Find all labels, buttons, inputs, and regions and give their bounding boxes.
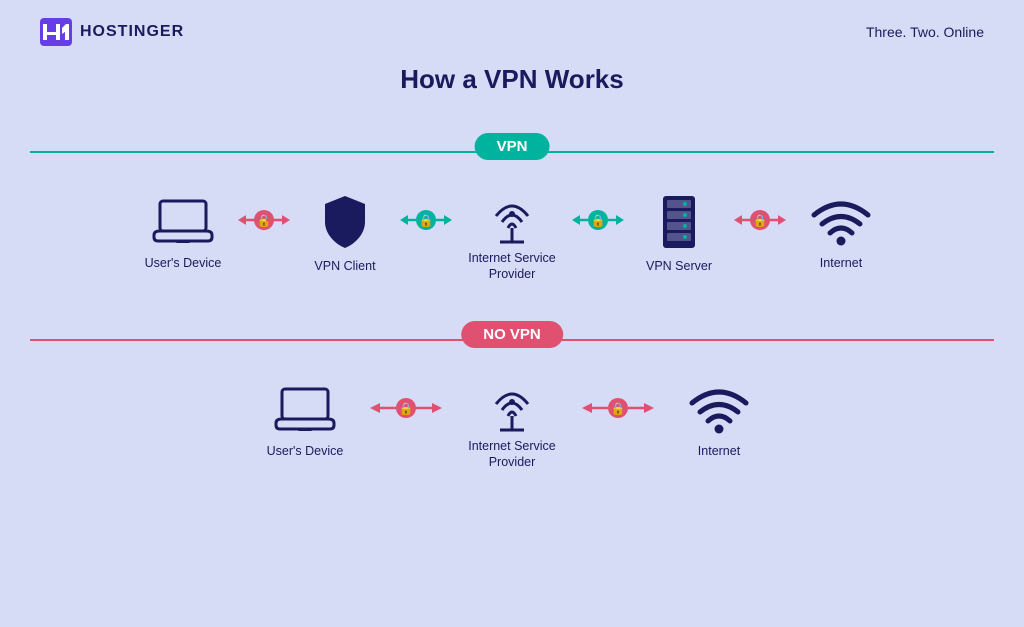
wifi-icon-vpn xyxy=(810,197,872,247)
vpn-badge: VPN xyxy=(475,133,550,160)
svg-text:🔒: 🔒 xyxy=(591,214,606,228)
vpn-server-label: VPN Server xyxy=(646,258,712,274)
vpn-device-shield: VPN Client xyxy=(300,194,390,274)
novpn-isp-label: Internet ServiceProvider xyxy=(468,438,556,471)
svg-text:🔒: 🔒 xyxy=(399,401,414,415)
logo: HOSTINGER xyxy=(40,18,184,46)
vpn-device-laptop: User's Device xyxy=(138,197,228,271)
logo-text: HOSTINGER xyxy=(80,23,184,41)
vpn-client-label: VPN Client xyxy=(314,258,375,274)
novpn-badge: NO VPN xyxy=(461,321,563,348)
connector-2: 🔒 xyxy=(396,209,456,231)
server-icon xyxy=(657,194,701,250)
wifi-icon-novpn xyxy=(688,385,750,435)
novpn-connector-1: 🔒 xyxy=(366,397,446,419)
laptop-icon-novpn xyxy=(274,385,336,435)
antenna-icon-novpn xyxy=(486,374,538,430)
connector-4: 🔒 xyxy=(730,209,790,231)
novpn-device-laptop: User's Device xyxy=(250,385,360,459)
tagline: Three. Two. Online xyxy=(866,24,984,40)
svg-text:🔒: 🔒 xyxy=(611,401,626,415)
header: HOSTINGER Three. Two. Online xyxy=(0,0,1024,56)
svg-text:🔒: 🔒 xyxy=(419,214,434,228)
novpn-internet-label: Internet xyxy=(698,443,740,459)
vpn-content: User's Device 🔒 xyxy=(50,186,974,283)
svg-text:🔒: 🔒 xyxy=(753,214,768,228)
novpn-device-isp: Internet ServiceProvider xyxy=(452,374,572,471)
laptop-icon xyxy=(152,197,214,247)
vpn-internet-label: Internet xyxy=(820,255,862,271)
hostinger-logo-icon xyxy=(40,18,72,46)
vpn-device-server: VPN Server xyxy=(634,194,724,274)
connector-3: 🔒 xyxy=(568,209,628,231)
antenna-icon xyxy=(486,186,538,242)
novpn-connector-2: 🔒 xyxy=(578,397,658,419)
sections: VPN User's Device xyxy=(0,113,1024,480)
page-title: How a VPN Works xyxy=(0,64,1024,95)
vpn-device-wifi: Internet xyxy=(796,197,886,271)
connector-1: 🔒 xyxy=(234,209,294,231)
novpn-device-wifi: Internet xyxy=(664,385,774,459)
vpn-isp-label: Internet ServiceProvider xyxy=(468,250,556,283)
vpn-device-isp: Internet ServiceProvider xyxy=(462,186,562,283)
novpn-device-laptop-label: User's Device xyxy=(267,443,344,459)
novpn-content: User's Device 🔒 xyxy=(50,374,974,471)
vpn-section: VPN User's Device xyxy=(30,113,994,293)
novpn-section: NO VPN User's Device xyxy=(30,301,994,481)
shield-icon xyxy=(319,194,371,250)
vpn-device-laptop-label: User's Device xyxy=(145,255,222,271)
